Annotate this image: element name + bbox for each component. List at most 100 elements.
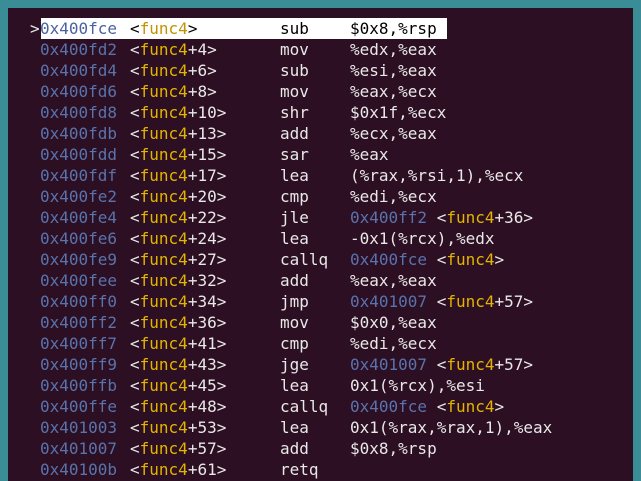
symbol-offset: <func4+57> — [130, 439, 227, 458]
branch-target-address[interactable]: 0x401007 — [350, 355, 427, 374]
branch-target-function: func4 — [446, 250, 495, 269]
function-name: func4 — [139, 313, 188, 332]
offset: +22 — [187, 208, 217, 227]
instruction-row[interactable]: 0x400fdf <func4+17> lea (%rax,%rsi,1),%ecx — [8, 165, 633, 186]
mnemonic: jmp — [280, 292, 309, 311]
offset: +15 — [187, 145, 217, 164]
function-name: func4 — [139, 103, 188, 122]
instruction-row[interactable]: 0x400fd8 <func4+10> shr $0x1f,%ecx — [8, 102, 633, 123]
branch-target-function: func4 — [446, 355, 495, 374]
instruction-row[interactable]: 0x400fee <func4+32> add %eax,%eax — [8, 270, 633, 291]
function-name: func4 — [139, 82, 188, 101]
function-name: func4 — [139, 166, 188, 185]
instruction-row[interactable]: 0x400ffb <func4+45> lea 0x1(%rcx),%esi — [8, 375, 633, 396]
instruction-address: 0x400fd2 — [40, 40, 118, 59]
operands: %esi,%eax — [350, 61, 437, 80]
instruction-row[interactable]: 0x400fe6 <func4+24> lea -0x1(%rcx),%edx — [8, 228, 633, 249]
instruction-address: 0x400fdd — [40, 145, 118, 164]
mnemonic: mov — [280, 313, 309, 332]
instruction-row[interactable]: 0x400fd4 <func4+6> sub %esi,%eax — [8, 60, 633, 81]
operands: 0x401007 <func4+57> — [350, 292, 534, 311]
instruction-address: 0x400fee — [40, 271, 118, 290]
instruction-row[interactable]: 0x400fdb <func4+13> add %ecx,%eax — [8, 123, 633, 144]
instruction-row[interactable]: 0x400ff0 <func4+34> jmp 0x401007 <func4+57> — [8, 291, 633, 312]
operands: 0x401007 <func4+57> — [350, 355, 534, 374]
offset: +32 — [187, 271, 217, 290]
function-name: func4 — [139, 292, 188, 311]
instruction-address: 0x400fd4 — [40, 61, 118, 80]
symbol-offset: <func4+41> — [130, 334, 227, 353]
symbol-offset: <func4+6> — [130, 61, 217, 80]
instruction-row[interactable]: 0x40100b <func4+61> retq — [8, 459, 633, 480]
operands: $0x0,%eax — [350, 313, 437, 332]
symbol-offset: <func4+61> — [130, 460, 227, 479]
symbol-offset: <func4+53> — [130, 418, 227, 437]
branch-target-function: func4 — [446, 397, 495, 416]
operands: %ecx,%eax — [350, 124, 437, 143]
instruction-address: 0x40100b — [40, 460, 118, 479]
symbol-offset: <func4+27> — [130, 250, 227, 269]
branch-target-function: func4 — [446, 208, 495, 227]
offset: +43 — [187, 355, 217, 374]
operands: $0x8,%rsp — [350, 439, 437, 458]
instruction-row[interactable]: 0x400ff7 <func4+41> cmp %edi,%ecx — [8, 333, 633, 354]
operands: %edi,%ecx — [350, 334, 437, 353]
mnemonic: cmp — [280, 187, 309, 206]
operands: %eax,%ecx — [350, 82, 437, 101]
instruction-address: 0x400fd6 — [40, 82, 118, 101]
instruction-address: 0x400fe2 — [40, 187, 118, 206]
function-name: func4 — [139, 145, 188, 164]
mnemonic: callq — [280, 250, 329, 269]
instruction-row[interactable]: 0x401007 <func4+57> add $0x8,%rsp — [8, 438, 633, 459]
branch-target-address[interactable]: 0x400ff2 — [350, 208, 427, 227]
instruction-row[interactable]: 0x400ffe <func4+48> callq 0x400fce <func4> — [8, 396, 633, 417]
offset: +24 — [187, 229, 217, 248]
mnemonic: retq — [280, 460, 319, 479]
symbol-offset: <func4+15> — [130, 145, 227, 164]
function-name: func4 — [139, 124, 188, 143]
instruction-row[interactable]: 0x400ff9 <func4+43> jge 0x401007 <func4+57> — [8, 354, 633, 375]
symbol-offset: <func4+17> — [130, 166, 227, 185]
instruction-row[interactable]: 0x400fd6 <func4+8> mov %eax,%ecx — [8, 81, 633, 102]
offset: +20 — [187, 187, 217, 206]
branch-target-address[interactable]: 0x401007 — [350, 292, 427, 311]
instruction-row[interactable]: 0x400fe2 <func4+20> cmp %edi,%ecx — [8, 186, 633, 207]
function-name: func4 — [139, 397, 188, 416]
operands: (%rax,%rsi,1),%ecx — [350, 166, 524, 185]
instruction-address: 0x400fdf — [40, 166, 118, 185]
function-name: func4 — [139, 19, 188, 38]
function-name: func4 — [139, 334, 188, 353]
branch-target-address[interactable]: 0x400fce — [350, 250, 427, 269]
function-name: func4 — [139, 418, 188, 437]
mnemonic: cmp — [280, 334, 309, 353]
mnemonic: lea — [280, 376, 309, 395]
instruction-row[interactable]: 0x400fdd <func4+15> sar %eax — [8, 144, 633, 165]
instruction-row[interactable]: 0x400ff2 <func4+36> mov $0x0,%eax — [8, 312, 633, 333]
offset: +61 — [187, 460, 217, 479]
instruction-row[interactable]: 0x400fd2 <func4+4> mov %edx,%eax — [8, 39, 633, 60]
symbol-offset: <func4+45> — [130, 376, 227, 395]
current-instruction-row[interactable]: >0x400fce <func4> sub $0x8,%rsp — [8, 18, 633, 39]
symbol-offset: <func4+4> — [130, 40, 217, 59]
operands: 0x400ff2 <func4+36> — [350, 208, 534, 227]
branch-target-offset: +57 — [494, 355, 524, 374]
instruction-row[interactable]: 0x400fe4 <func4+22> jle 0x400ff2 <func4+36> — [8, 207, 633, 228]
instruction-address: 0x400ff0 — [40, 292, 118, 311]
instruction-address: 0x400fce — [40, 19, 118, 38]
branch-target-address[interactable]: 0x400fce — [350, 397, 427, 416]
operands: 0x400fce <func4> — [350, 250, 505, 269]
instruction-address: 0x400ff9 — [40, 355, 118, 374]
offset: +48 — [187, 397, 217, 416]
instruction-row[interactable]: 0x401003 <func4+53> lea 0x1(%rax,%rax,1),%e… — [8, 417, 633, 438]
mnemonic: mov — [280, 82, 309, 101]
disassembly-listing[interactable]: >0x400fce <func4> sub $0x8,%rsp 0x400fd2 <fun… — [8, 18, 633, 480]
operands: $0x8,%rsp — [350, 19, 437, 38]
instruction-row[interactable]: 0x400fe9 <func4+27> callq 0x400fce <func4> — [8, 249, 633, 270]
mnemonic: lea — [280, 418, 309, 437]
offset: +17 — [187, 166, 217, 185]
offset: +34 — [187, 292, 217, 311]
offset: +53 — [187, 418, 217, 437]
symbol-offset: <func4+10> — [130, 103, 227, 122]
instruction-address: 0x400ffb — [40, 376, 118, 395]
mnemonic: sub — [280, 61, 309, 80]
